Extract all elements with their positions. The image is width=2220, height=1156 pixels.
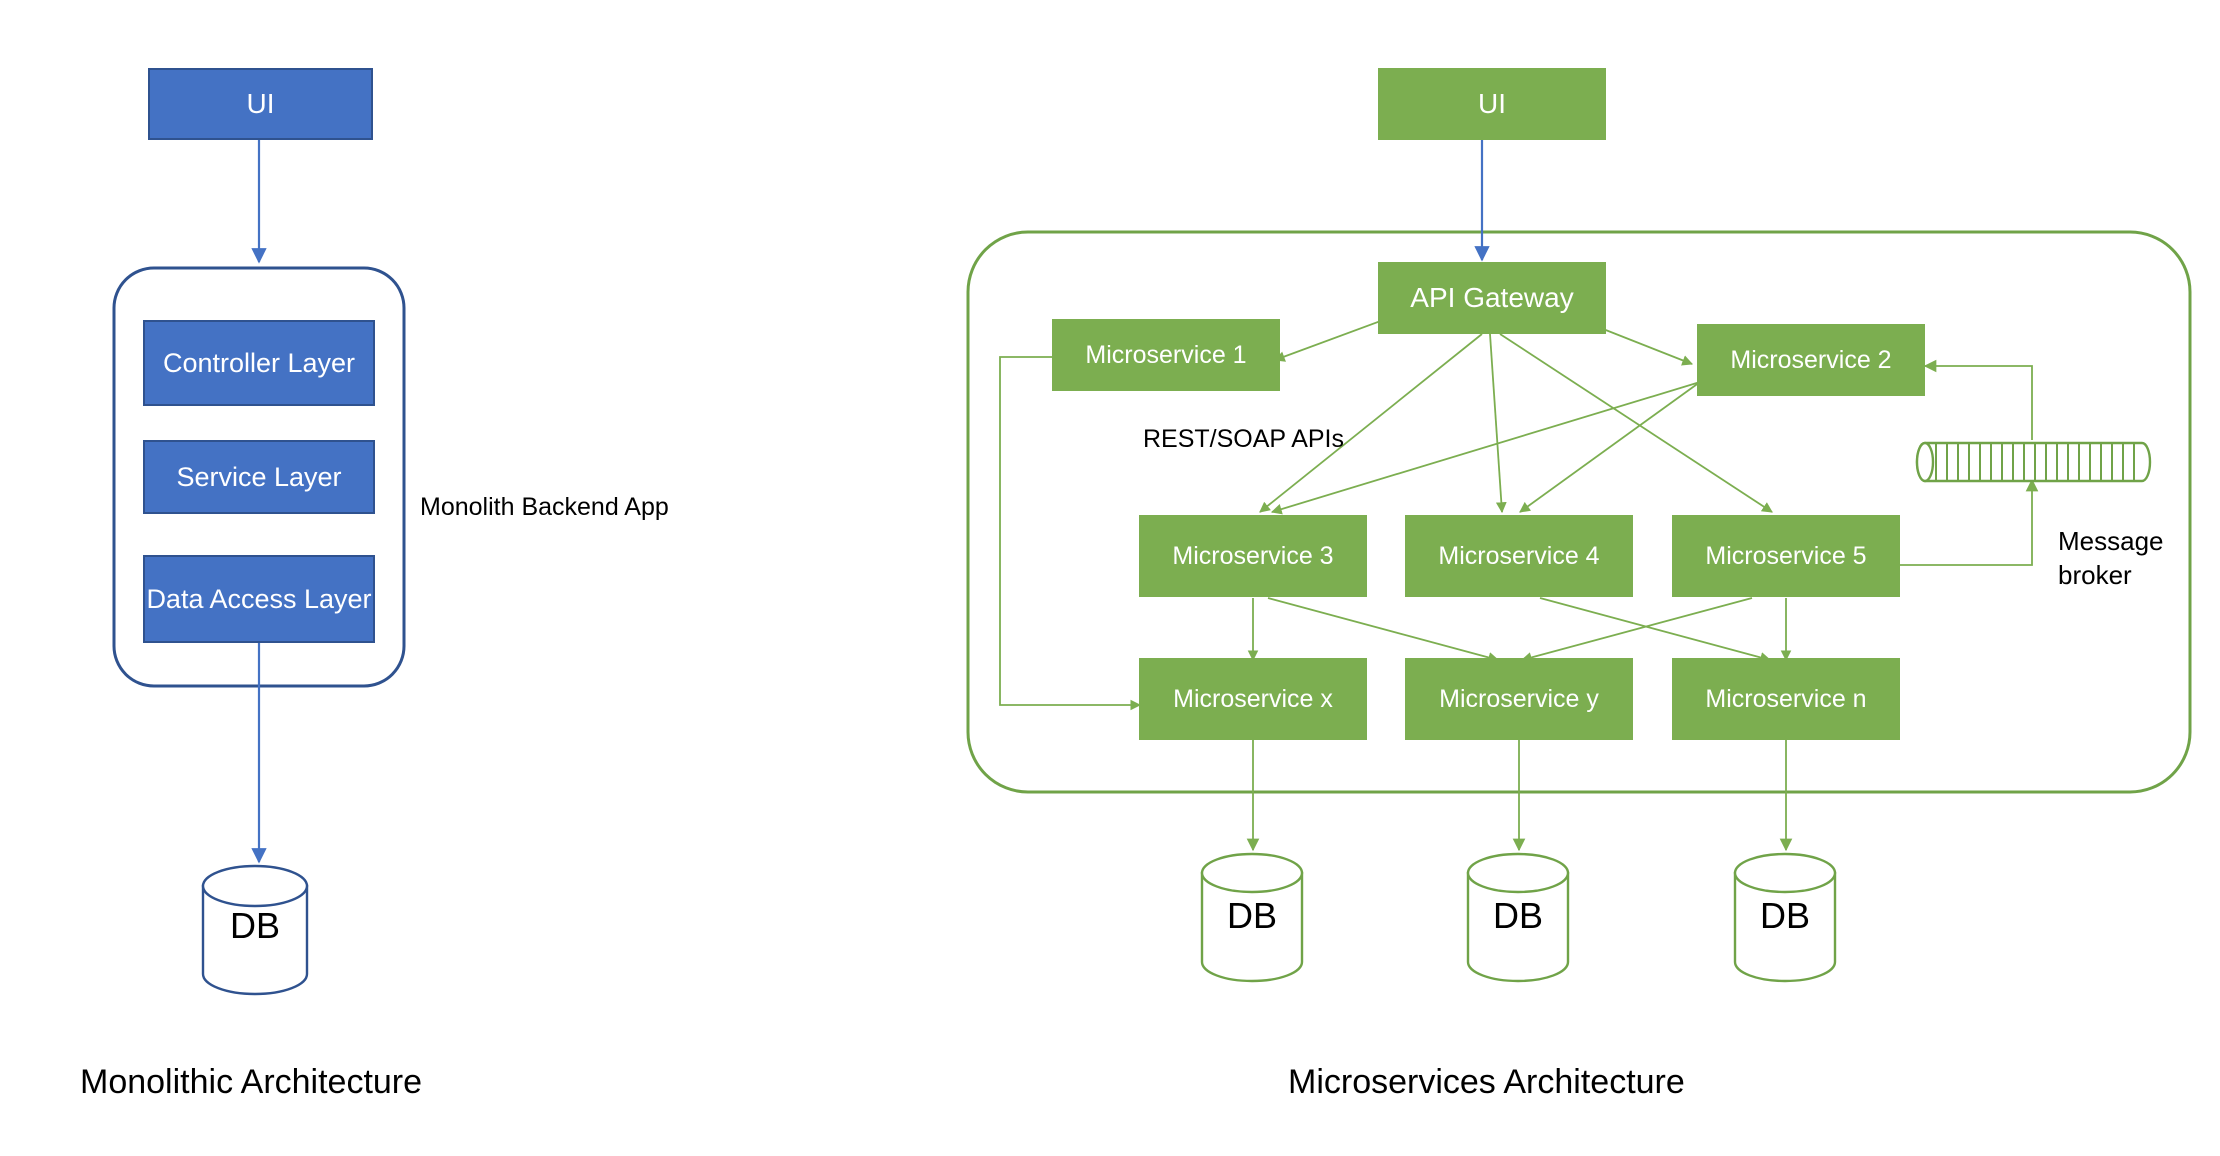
microservice-1-box[interactable]: Microservice 1	[1052, 319, 1280, 391]
microservice-db-label-2: DB	[1468, 895, 1568, 937]
microservice-x-box[interactable]: Microservice x	[1139, 658, 1367, 740]
connector-gateway-to-ms4	[1489, 333, 1507, 514]
message-broker-icon	[1915, 441, 2152, 483]
monolith-db-label: DB	[205, 905, 305, 947]
connector-ms3-to-msy	[1267, 597, 1500, 663]
monolith-backend-app-label: Monolith Backend App	[420, 493, 669, 522]
microservice-n-label: Microservice n	[1705, 685, 1867, 713]
connector-broker-to-ms2	[1923, 359, 2033, 440]
connector-ms1-to-msx	[999, 356, 1142, 711]
microservice-db-label-1: DB	[1202, 895, 1302, 937]
microservices-ui-box[interactable]: UI	[1378, 68, 1606, 140]
microservice-5-label: Microservice 5	[1705, 542, 1867, 570]
microservice-db-text-1: DB	[1226, 895, 1277, 936]
connector-ms4-to-msn	[1539, 597, 1772, 663]
monolithic-architecture-title: Monolithic Architecture	[80, 1063, 422, 1102]
monolith-layer-service-label: Service Layer	[176, 461, 342, 492]
monolith-layer-data-access-label: Data Access Layer	[146, 583, 372, 614]
monolithic-architecture-title-text: Monolithic Architecture	[80, 1063, 423, 1101]
rest-soap-apis-text: REST/SOAP APIs	[1143, 425, 1345, 453]
microservice-y-box[interactable]: Microservice y	[1405, 658, 1633, 740]
rest-soap-apis-label: REST/SOAP APIs	[1143, 425, 1344, 454]
monolith-layer-data-access[interactable]: Data Access Layer	[143, 555, 375, 643]
monolith-layer-controller-label: Controller Layer	[162, 347, 356, 378]
microservice-db-label-3: DB	[1735, 895, 1835, 937]
message-broker-label-line1: Message	[2058, 526, 2164, 556]
microservice-3-label: Microservice 3	[1172, 542, 1334, 570]
microservices-architecture-title: Microservices Architecture	[1288, 1063, 1685, 1102]
microservice-x-label: Microservice x	[1173, 685, 1333, 713]
message-broker-label-line2: broker	[2058, 559, 2132, 590]
microservice-4-box[interactable]: Microservice 4	[1405, 515, 1633, 597]
microservice-2-label: Microservice 2	[1730, 346, 1892, 374]
microservices-ui-label: UI	[1478, 88, 1506, 120]
microservice-n-box[interactable]: Microservice n	[1672, 658, 1900, 740]
microservice-db-text-3: DB	[1759, 895, 1810, 936]
monolith-ui-box[interactable]: UI	[148, 68, 373, 140]
microservice-3-box[interactable]: Microservice 3	[1139, 515, 1367, 597]
message-broker-label: Message broker	[2058, 525, 2164, 593]
monolith-backend-app-text: Monolith Backend App	[420, 493, 669, 521]
api-gateway-box[interactable]: API Gateway	[1378, 262, 1606, 334]
microservices-architecture-title-text: Microservices Architecture	[1288, 1063, 1685, 1101]
connector-ms5-to-msy	[1520, 597, 1753, 663]
connector-gateway-to-ms3	[1259, 333, 1483, 513]
microservice-y-label: Microservice y	[1439, 685, 1599, 713]
monolith-layer-controller[interactable]: Controller Layer	[143, 320, 375, 406]
monolith-db-text: DB	[229, 905, 280, 946]
microservice-4-label: Microservice 4	[1438, 542, 1600, 570]
microservice-1-label: Microservice 1	[1085, 341, 1247, 369]
monolith-ui-label: UI	[246, 88, 275, 120]
microservice-5-box[interactable]: Microservice 5	[1672, 515, 1900, 597]
microservice-db-text-2: DB	[1492, 895, 1543, 936]
monolith-layer-service[interactable]: Service Layer	[143, 440, 375, 514]
microservice-2-box[interactable]: Microservice 2	[1697, 324, 1925, 396]
api-gateway-label: API Gateway	[1410, 282, 1574, 314]
connector-ms5-to-broker	[1880, 478, 2039, 566]
